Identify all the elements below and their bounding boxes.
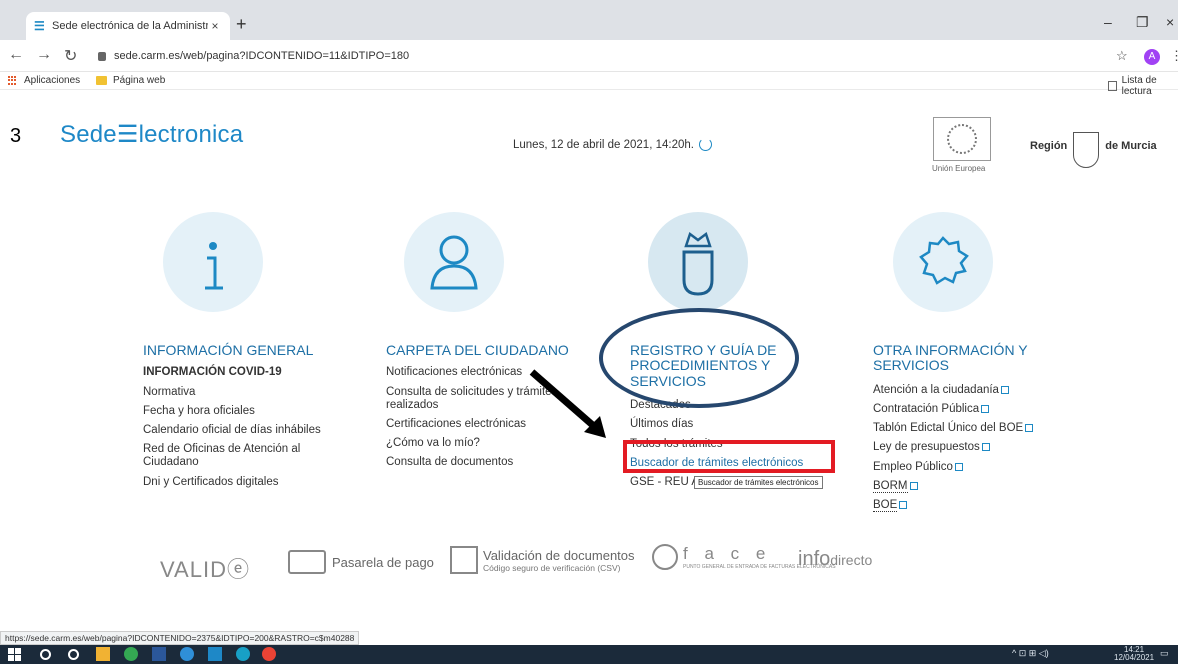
validacion-subtitle: Código seguro de verificación (CSV) [483,562,621,573]
clock-date: 12/04/2021 [1114,653,1155,662]
validacion-documentos-link[interactable]: Validación de documentos Código seguro d… [450,546,635,574]
link-tooltip: Buscador de trámites electrónicos [694,476,823,489]
screen: ☰ Sede electrónica de la Administrac × +… [0,0,1178,664]
highlight-box [623,440,835,473]
cortana-icon[interactable] [68,649,79,660]
clock[interactable]: 14:21 12/04/2021 [1114,646,1154,662]
link-status-bar: https://sede.carm.es/web/pagina?IDCONTEN… [0,631,360,645]
edge-icon[interactable] [236,647,250,661]
mail-icon[interactable] [208,647,222,661]
notifications-icon[interactable]: ▭ [1160,648,1169,659]
card-icon [288,550,326,574]
windows-taskbar: ^ ⊡ ⊞ ◁) 14:21 12/04/2021 ▭ [0,645,1178,664]
windows-start-icon[interactable] [8,648,21,661]
chrome-icon[interactable] [124,647,138,661]
search-icon[interactable] [40,649,51,660]
info-text: info [798,548,831,570]
word-icon[interactable] [152,647,166,661]
validacion-title: Validación de documentos [483,547,635,563]
valide-logo[interactable]: VALIDⓔ [160,552,250,584]
chrome-active-icon[interactable] [262,647,276,661]
tray-icons[interactable]: ^ ⊡ ⊞ ◁) [1012,648,1049,659]
pasarela-pago-link[interactable]: Pasarela de pago [288,550,434,574]
file-explorer-icon[interactable] [96,647,110,661]
face-logo-icon [652,544,678,570]
pasarela-label: Pasarela de pago [332,554,434,570]
app-icon[interactable] [180,647,194,661]
partners-strip: VALIDⓔ Pasarela de pago Validación de do… [0,540,1178,590]
check-icon [450,546,478,574]
info-directo-link[interactable]: infodirecto [798,548,872,571]
directo-text: directo [830,552,873,568]
